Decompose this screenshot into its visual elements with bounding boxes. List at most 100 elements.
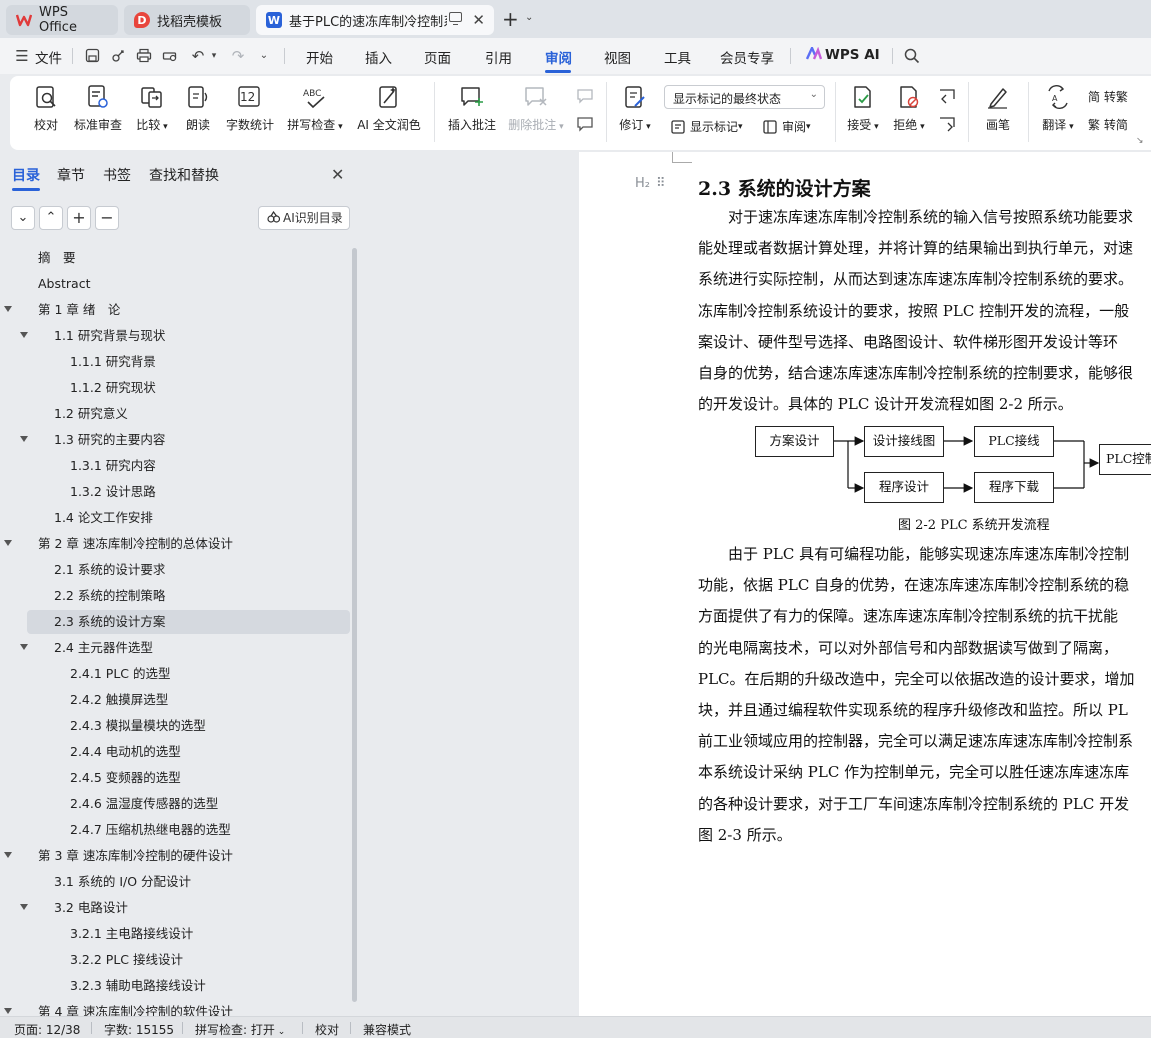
toc-item[interactable]: 2.4 主元器件选型 — [20, 636, 350, 660]
expand-arrow-icon[interactable] — [4, 1008, 12, 1014]
menu-member[interactable]: 会员专享 — [720, 47, 774, 67]
word-count-button[interactable]: 12 字数统计 — [225, 84, 275, 133]
ai-toc-button[interactable]: AI识别目录 — [258, 206, 350, 230]
tab-docer[interactable]: D 找稻壳模板 — [124, 5, 250, 35]
track-changes-button[interactable]: 修订 ▾ — [616, 84, 654, 133]
collapse-all-button[interactable]: ⌄ — [11, 206, 35, 230]
toc-item[interactable]: 3.1 系统的 I/O 分配设计 — [27, 870, 350, 894]
word-count-indicator[interactable]: 字数: 15155 — [104, 1021, 174, 1038]
toc-item[interactable]: 2.4.1 PLC 的选型 — [27, 662, 350, 686]
menu-view[interactable]: 视图 — [604, 47, 631, 67]
toc-item[interactable]: 2.4.5 变频器的选型 — [27, 766, 350, 790]
spell-check-button[interactable]: ABC 拼写检查 ▾ — [286, 84, 344, 133]
monitor-icon[interactable] — [449, 12, 462, 26]
toc-item[interactable]: 第 1 章 绪 论 — [4, 298, 350, 322]
toc-item[interactable]: 第 4 章 速冻库制冷控制的软件设计 — [4, 1000, 350, 1016]
expand-up-button[interactable]: ⌃ — [39, 206, 63, 230]
heading-level-icon[interactable]: H₂ — [635, 176, 650, 191]
nav-scrollbar[interactable] — [352, 248, 357, 1002]
nav-tab-bookmarks[interactable]: 书签 — [103, 165, 131, 185]
proof-status[interactable]: 校对 — [315, 1021, 339, 1038]
drag-handle-icon[interactable]: ⠿ — [656, 176, 665, 191]
add-heading-button[interactable]: + — [67, 206, 91, 230]
menu-insert[interactable]: 插入 — [365, 47, 392, 67]
toc-item[interactable]: 2.4.2 触摸屏选型 — [27, 688, 350, 712]
page-indicator[interactable]: 页面: 12/38 — [14, 1021, 80, 1038]
next-change-icon[interactable] — [938, 116, 956, 132]
print-preview-icon[interactable] — [162, 48, 178, 64]
hamburger-icon[interactable]: ☰ — [14, 48, 30, 64]
review-pane-button[interactable]: 审阅 ▾ — [762, 118, 811, 135]
toc-item[interactable]: 2.1 系统的设计要求 — [27, 558, 350, 582]
expand-arrow-icon[interactable] — [20, 644, 28, 650]
close-tab-icon[interactable]: ✕ — [472, 11, 485, 29]
toc-item[interactable]: 第 3 章 速冻库制冷控制的硬件设计 — [4, 844, 350, 868]
chevron-down-icon[interactable]: ⌄ — [525, 12, 533, 23]
ai-polish-button[interactable]: AI 全文润色 — [355, 84, 423, 133]
redo-icon[interactable]: ↷ — [230, 48, 246, 64]
toc-item[interactable]: 1.3.1 研究内容 — [27, 454, 350, 478]
share-icon[interactable] — [110, 48, 126, 64]
toc-item[interactable]: 2.2 系统的控制策略 — [27, 584, 350, 608]
nav-tab-toc[interactable]: 目录 — [12, 165, 40, 185]
toc-item[interactable]: 1.3 研究的主要内容 — [20, 428, 350, 452]
compare-button[interactable]: 比较 ▾ — [132, 84, 172, 133]
next-comment-icon[interactable] — [576, 116, 594, 132]
expand-arrow-icon[interactable] — [4, 540, 12, 546]
delete-comment-button[interactable]: 删除批注 ▾ — [506, 84, 566, 133]
previous-comment-icon[interactable] — [576, 88, 594, 104]
toc-item[interactable]: Abstract — [27, 272, 350, 296]
menu-home[interactable]: 开始 — [306, 47, 333, 67]
to-simplified-button[interactable]: 繁 转简 — [1088, 116, 1128, 133]
nav-tab-find-replace[interactable]: 查找和替换 — [149, 165, 219, 185]
toc-item[interactable]: 摘 要 — [27, 246, 350, 270]
previous-change-icon[interactable] — [938, 88, 956, 104]
save-icon[interactable] — [84, 48, 100, 64]
toc-item[interactable]: 2.3 系统的设计方案 — [27, 610, 350, 634]
undo-icon[interactable]: ↶ — [190, 48, 206, 64]
menu-review[interactable]: 审阅 — [545, 47, 572, 67]
print-icon[interactable] — [136, 48, 152, 64]
pen-button[interactable]: 画笔 — [980, 84, 1016, 133]
insert-comment-button[interactable]: 插入批注 — [446, 84, 498, 133]
translate-button[interactable]: A 翻译 ▾ — [1038, 84, 1078, 133]
menu-references[interactable]: 引用 — [485, 47, 512, 67]
expand-arrow-icon[interactable] — [4, 306, 12, 312]
toc-item[interactable]: 1.2 研究意义 — [27, 402, 350, 426]
toc-item[interactable]: 3.2.1 主电路接线设计 — [27, 922, 350, 946]
file-menu[interactable]: 文件 — [35, 47, 62, 67]
toc-item[interactable]: 1.4 论文工作安排 — [27, 506, 350, 530]
toc-item[interactable]: 2.4.7 压缩机热继电器的选型 — [27, 818, 350, 842]
to-traditional-button[interactable]: 简 转繁 — [1088, 88, 1128, 105]
standard-review-button[interactable]: 标准审查 — [72, 84, 124, 133]
tab-wps-office[interactable]: WPS Office — [6, 5, 118, 35]
menu-page[interactable]: 页面 — [424, 47, 451, 67]
show-markup-button[interactable]: 显示标记 ▾ — [670, 118, 743, 135]
toc-item[interactable]: 1.1.2 研究现状 — [27, 376, 350, 400]
expand-arrow-icon[interactable] — [20, 436, 28, 442]
accept-button[interactable]: 接受 ▾ — [844, 84, 882, 133]
toc-item[interactable]: 2.4.3 模拟量模块的选型 — [27, 714, 350, 738]
chevron-down-icon[interactable]: ▾ — [206, 48, 222, 64]
expand-arrow-icon[interactable] — [4, 852, 12, 858]
markup-state-select[interactable]: 显示标记的最终状态 ⌄ — [664, 85, 825, 109]
ribbon-expand-icon[interactable]: ↘ — [1136, 136, 1144, 146]
toc-item[interactable]: 3.2.2 PLC 接线设计 — [27, 948, 350, 972]
wps-ai-menu[interactable]: WPS AI — [805, 45, 880, 63]
toc-item[interactable]: 1.3.2 设计思路 — [27, 480, 350, 504]
reject-button[interactable]: 拒绝 ▾ — [890, 84, 928, 133]
proofread-button[interactable]: 校对 — [28, 84, 64, 133]
read-aloud-button[interactable]: 朗读 — [184, 84, 212, 133]
toc-item[interactable]: 2.4.4 电动机的选型 — [27, 740, 350, 764]
toc-item[interactable]: 第 2 章 速冻库制冷控制的总体设计 — [4, 532, 350, 556]
toc-item[interactable]: 2.4.6 温湿度传感器的选型 — [27, 792, 350, 816]
new-tab-icon[interactable]: + — [502, 9, 519, 29]
chevron-down-icon[interactable]: ⌄ — [256, 48, 272, 64]
remove-heading-button[interactable]: − — [95, 206, 119, 230]
toc-item[interactable]: 3.2.3 辅助电路接线设计 — [27, 974, 350, 998]
close-icon[interactable]: ✕ — [331, 165, 344, 184]
toc-item[interactable]: 1.1 研究背景与现状 — [20, 324, 350, 348]
toc-item[interactable]: 3.2 电路设计 — [20, 896, 350, 920]
expand-arrow-icon[interactable] — [20, 332, 28, 338]
menu-tools[interactable]: 工具 — [664, 47, 691, 67]
